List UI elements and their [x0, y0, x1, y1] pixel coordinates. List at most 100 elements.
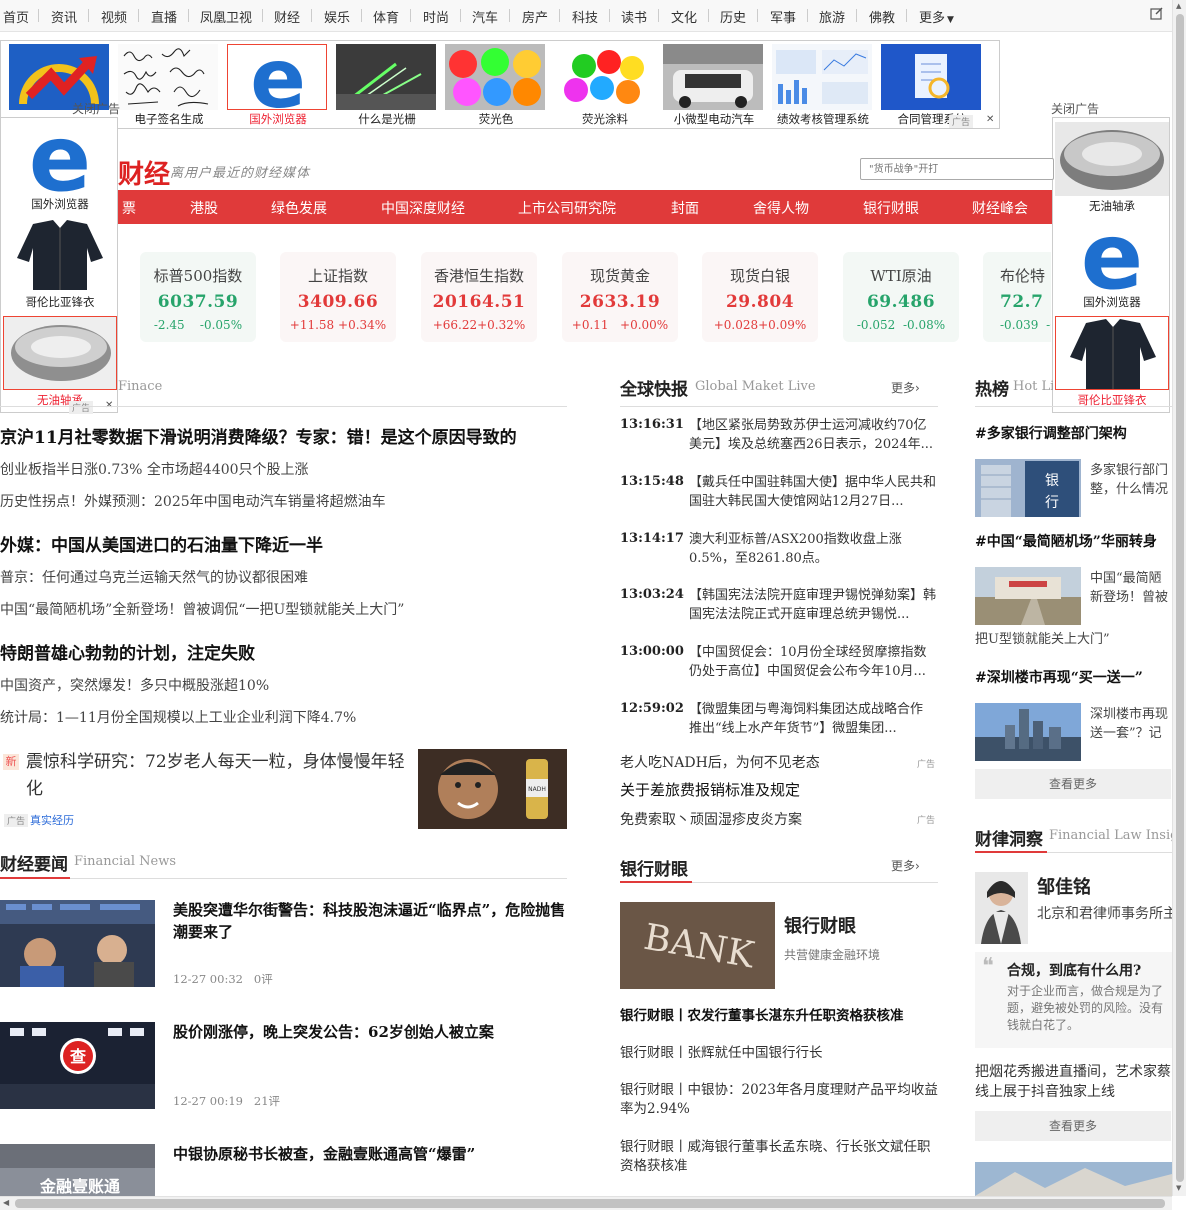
- hot-topic[interactable]: #深圳楼市再现“买一送一”: [975, 667, 1143, 687]
- channel-summit[interactable]: 财经峰会: [972, 198, 1028, 218]
- hot-topic[interactable]: #多家银行调整部门架构: [975, 423, 1127, 443]
- hot-topic-text[interactable]: 深圳楼市再现送一套”？记: [1090, 705, 1172, 745]
- trader-image[interactable]: [0, 900, 155, 987]
- market-card-brent[interactable]: 布伦特 72.7 -0.039 -0: [983, 252, 1051, 342]
- nav-more[interactable]: 更多 ▼: [919, 7, 954, 26]
- nav-history[interactable]: 历史: [720, 7, 746, 26]
- channel-hk-stocks[interactable]: 港股: [190, 198, 218, 218]
- scroll-down-icon[interactable]: ▼: [1176, 1184, 1181, 1192]
- law-quote-card[interactable]: ❝ 合规，到底有什么用? 对于企业而言，做合规是为了题，避免被处罚的风险。没有钱…: [975, 952, 1172, 1048]
- floater-item-bearing[interactable]: 无油轴承: [3, 316, 117, 411]
- market-card-sp500[interactable]: 标普500指数 6037.59 -2.45 -0.05%: [140, 252, 256, 342]
- flash-text[interactable]: 【微盟集团与粤海饲料集团达成战略合作 推出“线上水产年货节”】微盟集团...: [689, 700, 939, 738]
- promo-ad[interactable]: 新 震惊科学研究：72岁老人每天一粒，身体慢慢年轻化 广告 真实经历 NADH: [0, 748, 567, 830]
- bank-news-item[interactable]: 银行财眼丨威海银行董事长孟东晓、行长张文斌任职资格获核准: [620, 1138, 938, 1176]
- channel-listed-companies[interactable]: 上市公司研究院: [518, 198, 616, 218]
- scroll-up-icon[interactable]: ▲: [1176, 2, 1181, 10]
- channel-people[interactable]: 舍得人物: [753, 198, 809, 218]
- headline-3-sub-2[interactable]: 统计局：1—11月份全国规模以上工业企业利润下降4.7%: [0, 707, 356, 727]
- floater-item-jacket[interactable]: 哥伦比亚锋衣: [3, 218, 117, 313]
- bank-news-item[interactable]: 银行财眼丨张辉就任中国银行行长: [620, 1044, 938, 1063]
- channel-bank-eye[interactable]: 银行财眼: [863, 198, 919, 218]
- headline-1[interactable]: 京沪11月社零数据下滑说明消费降级？专家：错！是这个原因导致的: [0, 423, 517, 448]
- close-ad-strip[interactable]: 关闭广告: [72, 100, 120, 117]
- horizontal-scrollbar[interactable]: ◀: [0, 1196, 1172, 1210]
- edit-icon[interactable]: [1150, 6, 1164, 24]
- investigation-image[interactable]: 查: [0, 1022, 155, 1109]
- onecount-image[interactable]: 金融壹账通: [0, 1144, 155, 1196]
- flash-ad-link[interactable]: 关于差旅费报销标准及规定: [620, 779, 800, 800]
- channel-stocks[interactable]: 票: [122, 198, 136, 218]
- news-item-title[interactable]: 美股突遭华尔街警告：科技股泡沫逼近“临界点”，危险抛售潮要来了: [173, 899, 569, 943]
- nav-house[interactable]: 房产: [522, 7, 548, 26]
- hot-topic[interactable]: #中国“最简陋机场”华丽转身: [975, 531, 1157, 551]
- headline-2-sub-1[interactable]: 普京：任何通过乌克兰运输天然气的协议都很困难: [0, 567, 308, 587]
- floater-item-browser[interactable]: e 国外浏览器: [3, 120, 117, 215]
- headline-2[interactable]: 外媒：中国从美国进口的石油量下降近一半: [0, 531, 323, 556]
- nav-tech[interactable]: 科技: [572, 7, 598, 26]
- ad-item-browser[interactable]: e 国外浏览器: [225, 44, 331, 128]
- channel-cover[interactable]: 封面: [671, 198, 699, 218]
- law-article-link[interactable]: 把烟花秀搬进直播间，艺术家蔡线上展于抖音独家上线: [975, 1062, 1172, 1102]
- flash-text[interactable]: 【地区紧张局势致苏伊士运河减收约70亿美元】埃及总统塞西26日表示，2024年.…: [689, 416, 939, 454]
- market-card-silver[interactable]: 现货白银 29.804 +0.028+0.09%: [702, 252, 818, 342]
- airport-image[interactable]: [975, 567, 1081, 625]
- headline-1-sub-1[interactable]: 创业板指半日涨0.73% 全市场超4400只个股上涨: [0, 459, 309, 479]
- flash-text[interactable]: 澳大利亚标普/ASX200指数收盘上涨0.5%，至8261.80点。: [689, 530, 939, 568]
- channel-deep-finance[interactable]: 中国深度财经: [381, 198, 465, 218]
- shenzhen-skyline-image[interactable]: [975, 703, 1081, 761]
- bank-news-item[interactable]: 银行财眼丨中银协：2023年各月度理财产品平均收益率为2.94%: [620, 1081, 938, 1119]
- landscape-image[interactable]: [975, 1162, 1172, 1196]
- view-more-button[interactable]: 查看更多: [975, 769, 1171, 799]
- headline-2-sub-2[interactable]: 中国“最简陋机场”全新登场！曾被调侃“一把U型锁就能关上大门”: [0, 599, 404, 619]
- nav-entertainment[interactable]: 娱乐: [324, 7, 350, 26]
- promo-source[interactable]: 真实经历: [30, 812, 74, 828]
- ad-item-fluorescent-paint[interactable]: 荧光涂料: [552, 44, 658, 128]
- floater-item-jacket[interactable]: 哥伦比亚锋衣: [1055, 316, 1169, 411]
- flash-ad-link[interactable]: 免费索取丶顽固湿疹皮炎方案: [620, 809, 802, 829]
- market-card-wti[interactable]: WTI原油 69.486 -0.052 -0.08%: [843, 252, 959, 342]
- lawyer-name[interactable]: 邹佳铭: [1037, 873, 1091, 899]
- nav-books[interactable]: 读书: [621, 7, 647, 26]
- nav-military[interactable]: 军事: [770, 7, 796, 26]
- close-icon[interactable]: ✕: [986, 114, 994, 125]
- channel-green[interactable]: 绿色发展: [271, 198, 327, 218]
- close-right-floater[interactable]: 关闭广告: [1051, 100, 1099, 117]
- nav-buddhism[interactable]: 佛教: [869, 7, 895, 26]
- bank-building-image[interactable]: 银行: [975, 459, 1081, 517]
- nav-auto[interactable]: 汽车: [472, 7, 498, 26]
- headline-1-sub-2[interactable]: 历史性拐点！外媒预测：2025年中国电动汽车销量将超燃油车: [0, 491, 386, 511]
- market-card-gold[interactable]: 现货黄金 2633.19 +0.11 +0.00%: [562, 252, 678, 342]
- flash-ad-link[interactable]: 老人吃NADH后，为何不见老态: [620, 752, 820, 772]
- nav-culture[interactable]: 文化: [671, 7, 697, 26]
- nav-sports[interactable]: 体育: [373, 7, 399, 26]
- nav-home[interactable]: 首页: [3, 7, 29, 26]
- ad-item-ev[interactable]: 小微型电动汽车: [661, 44, 767, 128]
- floater-item-bearing[interactable]: 无油轴承: [1055, 122, 1169, 217]
- news-item-title[interactable]: 股价刚涨停，晚上突发公告：62岁创始人被立案: [173, 1021, 569, 1043]
- hot-topic-text-continued[interactable]: 把U型锁就能关上大门”: [975, 628, 1110, 647]
- ad-item-performance[interactable]: 绩效考核管理系统: [770, 44, 876, 128]
- nav-news[interactable]: 资讯: [51, 7, 77, 26]
- market-card-shanghai[interactable]: 上证指数 3409.66 +11.58 +0.34%: [280, 252, 396, 342]
- hot-topic-text[interactable]: 中国“最简陋新登场！曾被: [1090, 569, 1172, 609]
- ad-item-esign[interactable]: 电子签名生成: [116, 44, 222, 128]
- headline-3-sub-1[interactable]: 中国资产，突然爆发！多只中概股涨超10%: [0, 675, 269, 695]
- nav-fashion[interactable]: 时尚: [423, 7, 449, 26]
- scroll-left-icon[interactable]: ◀: [3, 1198, 9, 1207]
- flash-text[interactable]: 【戴兵任中国驻韩国大使】据中华人民共和国驻大韩民国大使馆网站12月27日...: [689, 473, 939, 511]
- nav-travel[interactable]: 旅游: [819, 7, 845, 26]
- nav-finance[interactable]: 财经: [274, 7, 300, 26]
- floater-item-browser[interactable]: e 国外浏览器: [1055, 218, 1169, 313]
- flash-text[interactable]: 【韩国宪法法院开庭审理尹锡悦弹劾案】韩国宪法法院正式开庭审理总统尹锡悦...: [689, 586, 939, 624]
- nav-video[interactable]: 视频: [101, 7, 127, 26]
- scrollbar-thumb[interactable]: [1176, 14, 1184, 1182]
- scrollbar-thumb[interactable]: [15, 1199, 1165, 1208]
- nav-phoenix-tv[interactable]: 凤凰卫视: [200, 7, 252, 26]
- market-card-hangseng[interactable]: 香港恒生指数 20164.51 +66.22+0.32%: [421, 252, 537, 342]
- more-link[interactable]: 更多›: [891, 857, 920, 874]
- brand-logo[interactable]: 财经: [118, 154, 170, 191]
- news-item-title[interactable]: 中银协原秘书长被查，金融壹账通高管“爆雷”: [173, 1143, 569, 1165]
- ad-item-fluorescent[interactable]: 荧光色: [443, 44, 549, 128]
- nav-live[interactable]: 直播: [151, 7, 177, 26]
